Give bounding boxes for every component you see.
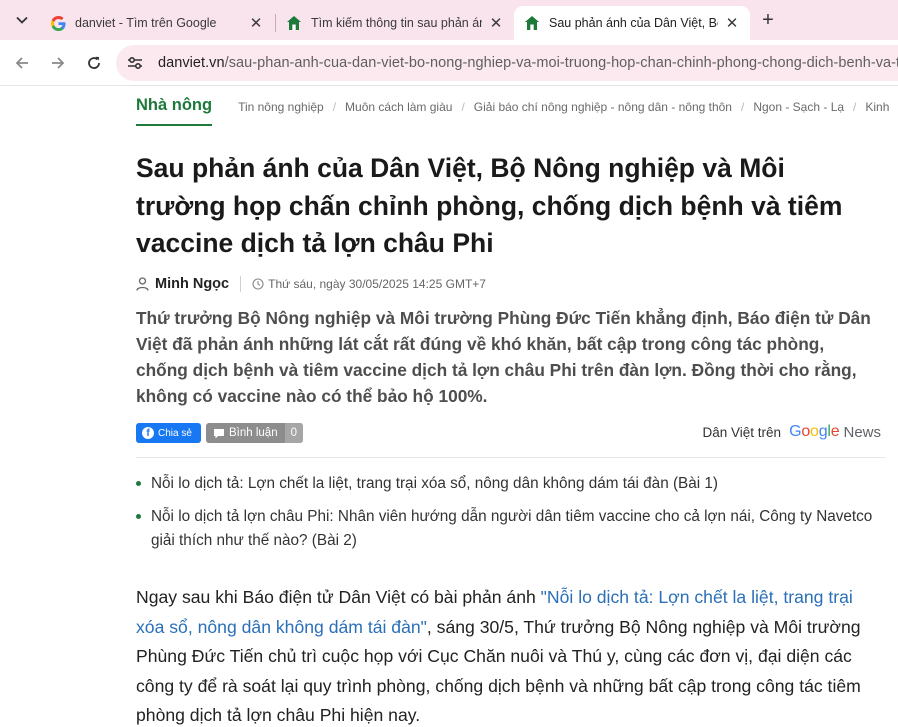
chevron-down-icon <box>16 16 28 24</box>
separator: / <box>461 100 465 114</box>
comment-button[interactable]: Bình luận 0 <box>206 423 304 443</box>
clock-icon <box>252 278 264 290</box>
comment-label: Bình luận <box>229 427 278 439</box>
tune-icon <box>128 56 142 70</box>
section-divider <box>136 457 886 458</box>
bullet-dot <box>136 514 141 519</box>
subcategory-link[interactable]: Giải báo chí nông nghiệp - nông dân - nô… <box>474 100 732 114</box>
byline: Minh Ngọc Thứ sáu, ngày 30/05/2025 14:25… <box>136 274 486 294</box>
separator: / <box>740 100 745 114</box>
arrow-right-icon <box>52 57 65 69</box>
related-articles: Nỗi lo dịch tả: Lợn chết la liệt, trang … <box>136 472 886 562</box>
divider <box>240 276 242 292</box>
user-icon <box>136 277 149 291</box>
danviet-house-icon <box>524 15 540 31</box>
subcategory-link[interactable]: Ngon - Sạch - Lạ <box>753 100 844 114</box>
facebook-share-button[interactable]: f Chia sẻ <box>136 423 201 443</box>
comment-count: 0 <box>284 423 304 443</box>
facebook-share-label: Chia sẻ <box>158 427 192 439</box>
site-info-button[interactable] <box>122 50 148 76</box>
article-sapo: Thứ trưởng Bộ Nông nghiệp và Môi trường … <box>136 308 871 406</box>
related-article-item[interactable]: Nỗi lo dịch tả lợn châu Phi: Nhân viên h… <box>136 505 886 553</box>
separator: / <box>853 100 857 114</box>
separator: / <box>332 100 337 114</box>
facebook-icon: f <box>142 427 154 439</box>
forward-button[interactable] <box>46 51 70 75</box>
url-host: danviet.vn <box>158 55 225 71</box>
back-button[interactable] <box>10 51 34 75</box>
article-body-paragraph: Ngay sau khi Báo điện tử Dân Việt có bài… <box>136 583 881 727</box>
subcategory-list: Tin nông nghiệp / Muôn cách làm giàu / G… <box>238 100 889 114</box>
address-bar[interactable]: danviet.vn/sau-phan-anh-cua-dan-viet-bo-… <box>116 45 898 81</box>
tab-google-search[interactable]: danviet - Tìm trên Google ✕ <box>40 6 274 40</box>
related-article-link[interactable]: Nỗi lo dịch tả: Lợn chết la liệt, trang … <box>151 475 718 492</box>
bullet-dot <box>136 481 141 486</box>
reload-icon <box>88 56 100 69</box>
body-text: Ngay sau khi Báo điện tử Dân Việt có bài… <box>136 587 541 607</box>
tab-title: danviet - Tìm trên Google <box>75 16 217 30</box>
share-row: f Chia sẻ Bình luận 0 Dân Việt trên Goog… <box>136 423 886 445</box>
plus-icon: + <box>762 8 774 31</box>
google-logo: Google <box>789 423 840 440</box>
subcategory-link[interactable]: Kinh <box>865 100 889 114</box>
related-article-item[interactable]: Nỗi lo dịch tả: Lợn chết la liệt, trang … <box>136 472 886 496</box>
arrow-left-icon <box>15 57 28 69</box>
close-tab-icon[interactable]: ✕ <box>248 15 264 32</box>
tab-article-active[interactable]: Sau phản ánh của Dân Việt, Bộ ✕ <box>514 6 750 40</box>
category-nav: Nhà nông Tin nông nghiệp / Muôn cách làm… <box>136 94 898 126</box>
tab-search-button[interactable] <box>8 8 36 32</box>
tab-title: Sau phản ánh của Dân Việt, Bộ <box>549 16 718 30</box>
url-text: danviet.vn/sau-phan-anh-cua-dan-viet-bo-… <box>158 55 898 71</box>
category-title[interactable]: Nhà nông <box>136 96 213 126</box>
comment-icon <box>214 428 224 438</box>
danviet-house-icon <box>286 15 302 31</box>
google-news-follow[interactable]: Dân Việt trên Google News <box>703 423 882 441</box>
tab-search-info[interactable]: Tìm kiếm thông tin sau phản ánh ✕ <box>276 6 514 40</box>
google-news-label: News <box>843 423 881 441</box>
tab-strip: danviet - Tìm trên Google ✕ Tìm kiếm thô… <box>0 0 898 40</box>
new-tab-button[interactable]: + <box>757 8 779 32</box>
google-g-icon <box>50 15 66 31</box>
tab-title: Tìm kiếm thông tin sau phản ánh <box>311 16 482 30</box>
author-name[interactable]: Minh Ngọc <box>155 276 229 292</box>
related-article-link[interactable]: Nỗi lo dịch tả lợn châu Phi: Nhân viên h… <box>151 508 872 549</box>
reload-button[interactable] <box>82 51 106 75</box>
browser-toolbar: danviet.vn/sau-phan-anh-cua-dan-viet-bo-… <box>0 40 898 86</box>
subcategory-link[interactable]: Tin nông nghiệp <box>238 100 324 114</box>
close-tab-icon[interactable]: ✕ <box>488 15 504 32</box>
google-news-prefix: Dân Việt trên <box>702 424 782 440</box>
url-path: /sau-phan-anh-cua-dan-viet-bo-nong-nghie… <box>224 55 898 71</box>
close-tab-icon[interactable]: ✕ <box>724 15 740 32</box>
subcategory-link[interactable]: Muôn cách làm giàu <box>345 100 452 114</box>
article-headline: Sau phản ánh của Dân Việt, Bộ Nông nghiệ… <box>136 153 843 258</box>
publish-date: Thứ sáu, ngày 30/05/2025 14:25 GMT+7 <box>268 277 486 291</box>
